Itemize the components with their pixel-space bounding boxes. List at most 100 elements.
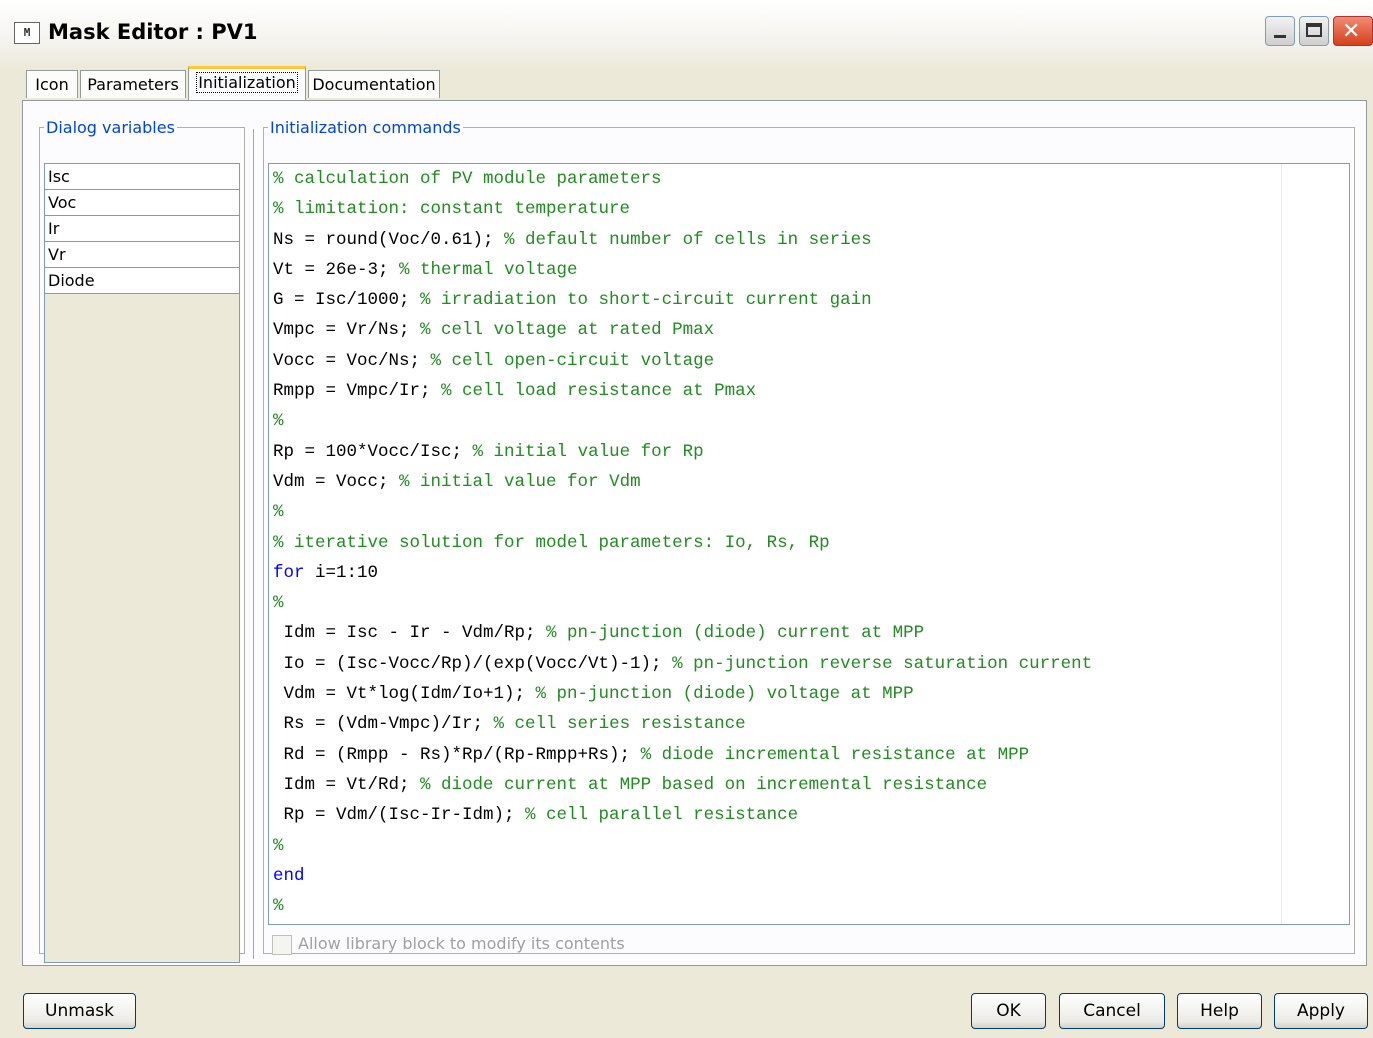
variable-item-diode[interactable]: Diode xyxy=(45,268,239,294)
initialization-commands-legend: Initialization commands xyxy=(270,118,461,137)
variable-item-isc[interactable]: Isc xyxy=(45,164,239,190)
cancel-button[interactable]: Cancel xyxy=(1059,993,1165,1029)
code-token: G = Isc/1000; xyxy=(273,290,421,311)
tab-label: Documentation xyxy=(312,75,436,94)
comment-token: % diode current at MPP based on incremen… xyxy=(420,774,988,795)
comment-token: % pn-junction (diode) current at MPP xyxy=(546,623,925,644)
dialog-variables-list[interactable]: Isc Voc Ir Vr Diode xyxy=(44,163,240,963)
comment-token: % initial value for Vdm xyxy=(399,471,641,492)
code-line: Idm = Vt/Rd; % diode current at MPP base… xyxy=(269,770,1349,800)
code-token: Io = (Isc-Vocc/Rp)/(exp(Vocc/Vt)-1); xyxy=(273,653,673,674)
comment-token: % thermal voltage xyxy=(399,259,578,280)
code-token: Vmpc = Vr/Ns; xyxy=(273,320,421,341)
comment-token: % default number of cells in series xyxy=(504,229,872,250)
code-line: Rd = (Rmpp - Rs)*Rp/(Rp-Rmpp+Rs); % diod… xyxy=(269,740,1349,770)
close-button[interactable]: ✕ xyxy=(1333,16,1373,46)
code-line: % xyxy=(269,497,1349,527)
comment-token: % diode incremental resistance at MPP xyxy=(640,744,1030,765)
code-line: Io = (Isc-Vocc/Rp)/(exp(Vocc/Vt)-1); % p… xyxy=(269,649,1349,679)
unmask-button[interactable]: Unmask xyxy=(23,993,136,1029)
code-line: % iterative solution for model parameter… xyxy=(269,528,1349,558)
code-line: % limitation: constant temperature xyxy=(269,194,1349,224)
dialog-variables-group: Dialog variables Isc Voc Ir Vr Diode xyxy=(39,118,245,963)
code-token: Vdm = Vocc; xyxy=(273,471,400,492)
code-line: Vdm = Vt*log(Idm/Io+1); % pn-junction (d… xyxy=(269,679,1349,709)
code-line: Vocc = Voc/Ns; % cell open-circuit volta… xyxy=(269,346,1349,376)
tab-parameters[interactable]: Parameters xyxy=(80,70,186,98)
keyword-token: end xyxy=(273,865,305,886)
ok-button[interactable]: OK xyxy=(971,993,1046,1029)
code-line: Rp = 100*Vocc/Isc; % initial value for R… xyxy=(269,437,1349,467)
code-token: Rp = Vdm/(Isc-Ir-Idm); xyxy=(273,805,526,826)
code-line: Rp = Vdm/(Isc-Ir-Idm); % cell parallel r… xyxy=(269,800,1349,830)
comment-token: % cell load resistance at Pmax xyxy=(441,381,757,402)
apply-button[interactable]: Apply xyxy=(1274,993,1368,1029)
code-token: Vt = 26e-3; xyxy=(273,259,400,280)
comment-token: % cell parallel resistance xyxy=(525,805,799,826)
minimize-button[interactable] xyxy=(1265,16,1295,46)
code-line: % calculation of PV module parameters xyxy=(269,164,1349,194)
tab-label: Icon xyxy=(35,75,69,94)
code-line: % xyxy=(269,406,1349,436)
comment-token: % cell voltage at rated Pmax xyxy=(420,320,715,341)
code-line: Rmpp = Vmpc/Ir; % cell load resistance a… xyxy=(269,376,1349,406)
tab-initialization[interactable]: Initialization xyxy=(188,66,306,100)
code-line: % xyxy=(269,831,1349,861)
variable-item-ir[interactable]: Ir xyxy=(45,216,239,242)
allow-library-checkbox[interactable]: Allow library block to modify its conten… xyxy=(272,934,625,955)
code-token: Ns = round(Voc/0.61); xyxy=(273,229,505,250)
allow-library-label: Allow library block to modify its conten… xyxy=(298,934,625,953)
tab-icon[interactable]: Icon xyxy=(26,70,78,98)
comment-token: % xyxy=(273,593,284,614)
code-token: Vocc = Voc/Ns; xyxy=(273,350,431,371)
variable-item-voc[interactable]: Voc xyxy=(45,190,239,216)
code-line: end xyxy=(269,861,1349,891)
maximize-button[interactable] xyxy=(1299,16,1329,46)
tab-documentation[interactable]: Documentation xyxy=(308,70,440,98)
code-token: Idm = Isc - Ir - Vdm/Rp; xyxy=(273,623,547,644)
maximize-icon xyxy=(1306,23,1322,37)
window-title: Mask Editor : PV1 xyxy=(48,20,258,44)
code-line: % xyxy=(269,891,1349,921)
pane-splitter[interactable] xyxy=(253,129,257,959)
help-button[interactable]: Help xyxy=(1177,993,1262,1029)
close-icon: ✕ xyxy=(1342,19,1361,44)
code-token: Vdm = Vt*log(Idm/Io+1); xyxy=(273,684,536,705)
code-token: i=1:10 xyxy=(304,562,379,583)
comment-token: % xyxy=(273,411,284,432)
code-token: Rmpp = Vmpc/Ir; xyxy=(273,381,442,402)
tab-label: Initialization xyxy=(196,72,298,93)
code-line: Idm = Isc - Ir - Vdm/Rp; % pn-junction (… xyxy=(269,618,1349,648)
code-line: Vmpc = Vr/Ns; % cell voltage at rated Pm… xyxy=(269,315,1349,345)
comment-token: % xyxy=(273,896,284,917)
variable-item-vr[interactable]: Vr xyxy=(45,242,239,268)
code-token: Rs = (Vdm-Vmpc)/Ir; xyxy=(273,714,494,735)
comment-token: % initial value for Rp xyxy=(472,441,704,462)
comment-token: % cell series resistance xyxy=(493,714,746,735)
code-line: Ns = round(Voc/0.61); % default number o… xyxy=(269,225,1349,255)
comment-token: % pn-junction reverse saturation current xyxy=(672,653,1093,674)
tab-label: Parameters xyxy=(87,75,179,94)
editor-margin-rule xyxy=(1281,164,1282,924)
comment-token: % iterative solution for model parameter… xyxy=(273,532,830,553)
title-bar[interactable]: M Mask Editor : PV1 ✕ xyxy=(0,0,1373,70)
code-token: Rd = (Rmpp - Rs)*Rp/(Rp-Rmpp+Rs); xyxy=(273,744,641,765)
keyword-token: for xyxy=(273,562,305,583)
comment-token: % calculation of PV module parameters xyxy=(273,169,662,189)
comment-token: % cell open-circuit voltage xyxy=(430,350,715,371)
code-line: Vdm = Vocc; % initial value for Vdm xyxy=(269,467,1349,497)
comment-token: % xyxy=(273,502,284,523)
code-token: Rp = 100*Vocc/Isc; xyxy=(273,441,473,462)
mask-editor-icon: M xyxy=(14,22,40,44)
initialization-commands-editor[interactable]: % calculation of PV module parameters % l… xyxy=(268,163,1350,925)
code-line: for i=1:10 xyxy=(269,558,1349,588)
code-line: Vt = 26e-3; % thermal voltage xyxy=(269,255,1349,285)
code-line: Rs = (Vdm-Vmpc)/Ir; % cell series resist… xyxy=(269,709,1349,739)
comment-token: % irradiation to short-circuit current g… xyxy=(420,290,872,311)
initialization-commands-group: Initialization commands % calculation of… xyxy=(263,118,1355,955)
checkbox-box[interactable] xyxy=(272,934,292,955)
initialization-panel: Dialog variables Isc Voc Ir Vr Diode Ini… xyxy=(22,100,1367,966)
code-token: Idm = Vt/Rd; xyxy=(273,774,421,795)
dialog-variables-legend: Dialog variables xyxy=(46,118,175,137)
minimize-icon xyxy=(1274,35,1286,38)
